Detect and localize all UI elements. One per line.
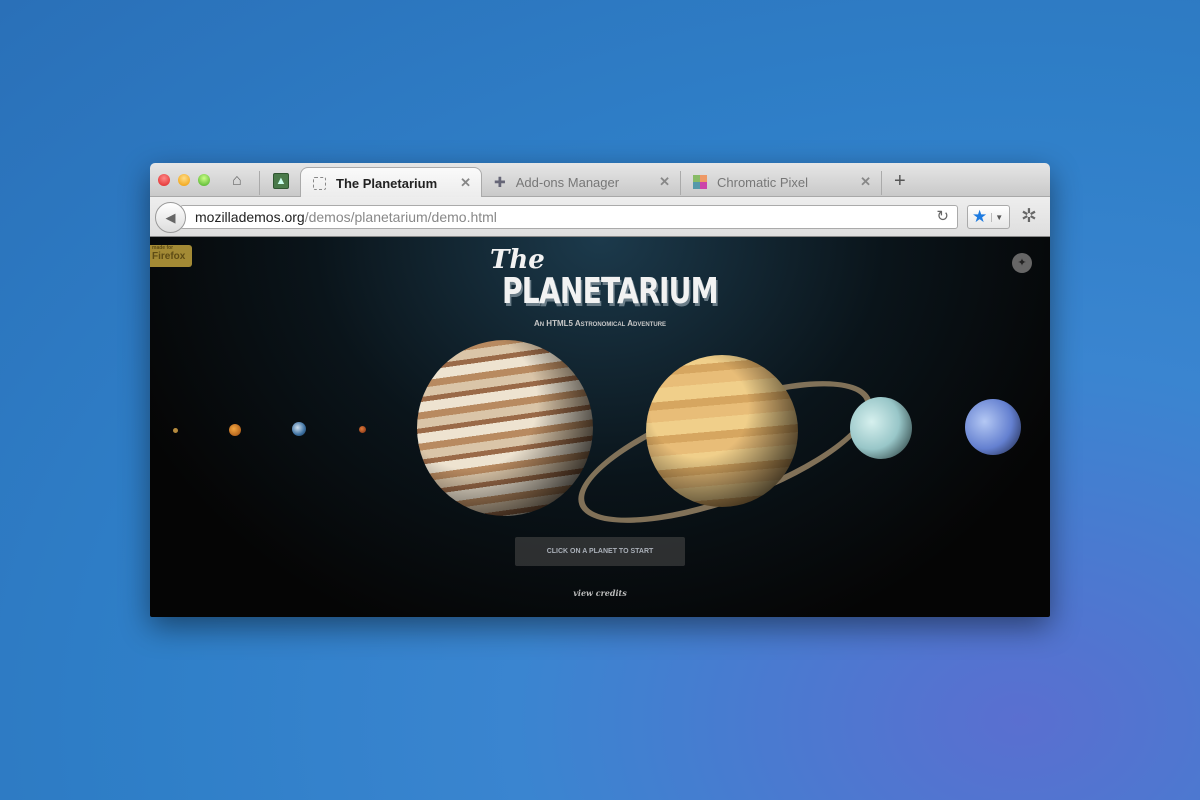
view-credits-link[interactable]: view credits <box>550 588 650 598</box>
tab-chromatic-pixel[interactable]: Chromatic Pixel ✕ <box>681 167 881 197</box>
bookmark-button[interactable]: ★ ▼ <box>967 205 1010 229</box>
puzzle-icon: ✚ <box>494 173 506 190</box>
tab-add-ons-manager[interactable]: ✚ Add-ons Manager ✕ <box>490 167 680 197</box>
tab-the-planetarium[interactable]: The Planetarium ✕ <box>300 167 482 198</box>
page-title: Planetarium <box>502 271 719 312</box>
start-button[interactable]: CLICK ON A PLANET TO START <box>515 537 685 566</box>
planet-earth[interactable] <box>292 422 306 436</box>
planetarium-page: made for Firefox ✦ The Planetarium An HTM… <box>150 237 1050 617</box>
back-arrow-icon: ◀ <box>165 209 176 225</box>
close-tab-icon[interactable]: ✕ <box>460 175 471 191</box>
color-grid-icon <box>693 175 707 189</box>
home-icon[interactable]: ⌂ <box>232 172 242 190</box>
planet-uranus[interactable] <box>850 397 912 459</box>
navigation-bar: mozillademos.org/demos/planetarium/demo.… <box>150 197 1050 237</box>
tab-bar: ⌂ ▲ The Planetarium ✕ ✚ Add-ons Manager … <box>150 163 1050 198</box>
planet-mars[interactable] <box>359 426 366 433</box>
star-icon: ★ <box>972 207 988 226</box>
app-tab-icon[interactable]: ▲ <box>273 173 289 189</box>
url-bar[interactable]: mozillademos.org/demos/planetarium/demo.… <box>180 205 958 229</box>
minimize-window-button[interactable] <box>178 174 190 186</box>
close-window-button[interactable] <box>158 174 170 186</box>
dotted-page-icon <box>313 176 326 190</box>
zoom-window-button[interactable] <box>198 174 210 186</box>
page-subtitle: An HTML5 Astronomical Adventure <box>533 319 667 328</box>
planet-jupiter[interactable] <box>417 340 593 516</box>
planet-venus[interactable] <box>229 424 241 436</box>
gear-icon[interactable]: ✲ <box>1021 205 1037 228</box>
chevron-down-icon[interactable]: ▼ <box>991 212 1003 222</box>
reload-icon[interactable]: ↻ <box>936 206 949 228</box>
back-button[interactable]: ◀ <box>155 202 186 233</box>
planet-neptune[interactable] <box>965 399 1021 455</box>
twitter-icon[interactable]: ✦ <box>1012 253 1032 273</box>
planet-saturn[interactable] <box>646 355 798 507</box>
new-tab-button[interactable]: + <box>894 170 906 193</box>
close-tab-icon[interactable]: ✕ <box>860 174 871 190</box>
close-tab-icon[interactable]: ✕ <box>659 174 670 190</box>
browser-window: ⌂ ▲ The Planetarium ✕ ✚ Add-ons Manager … <box>150 163 1050 617</box>
planet-mercury[interactable] <box>173 428 178 433</box>
firefox-badge[interactable]: made for Firefox <box>150 245 192 267</box>
